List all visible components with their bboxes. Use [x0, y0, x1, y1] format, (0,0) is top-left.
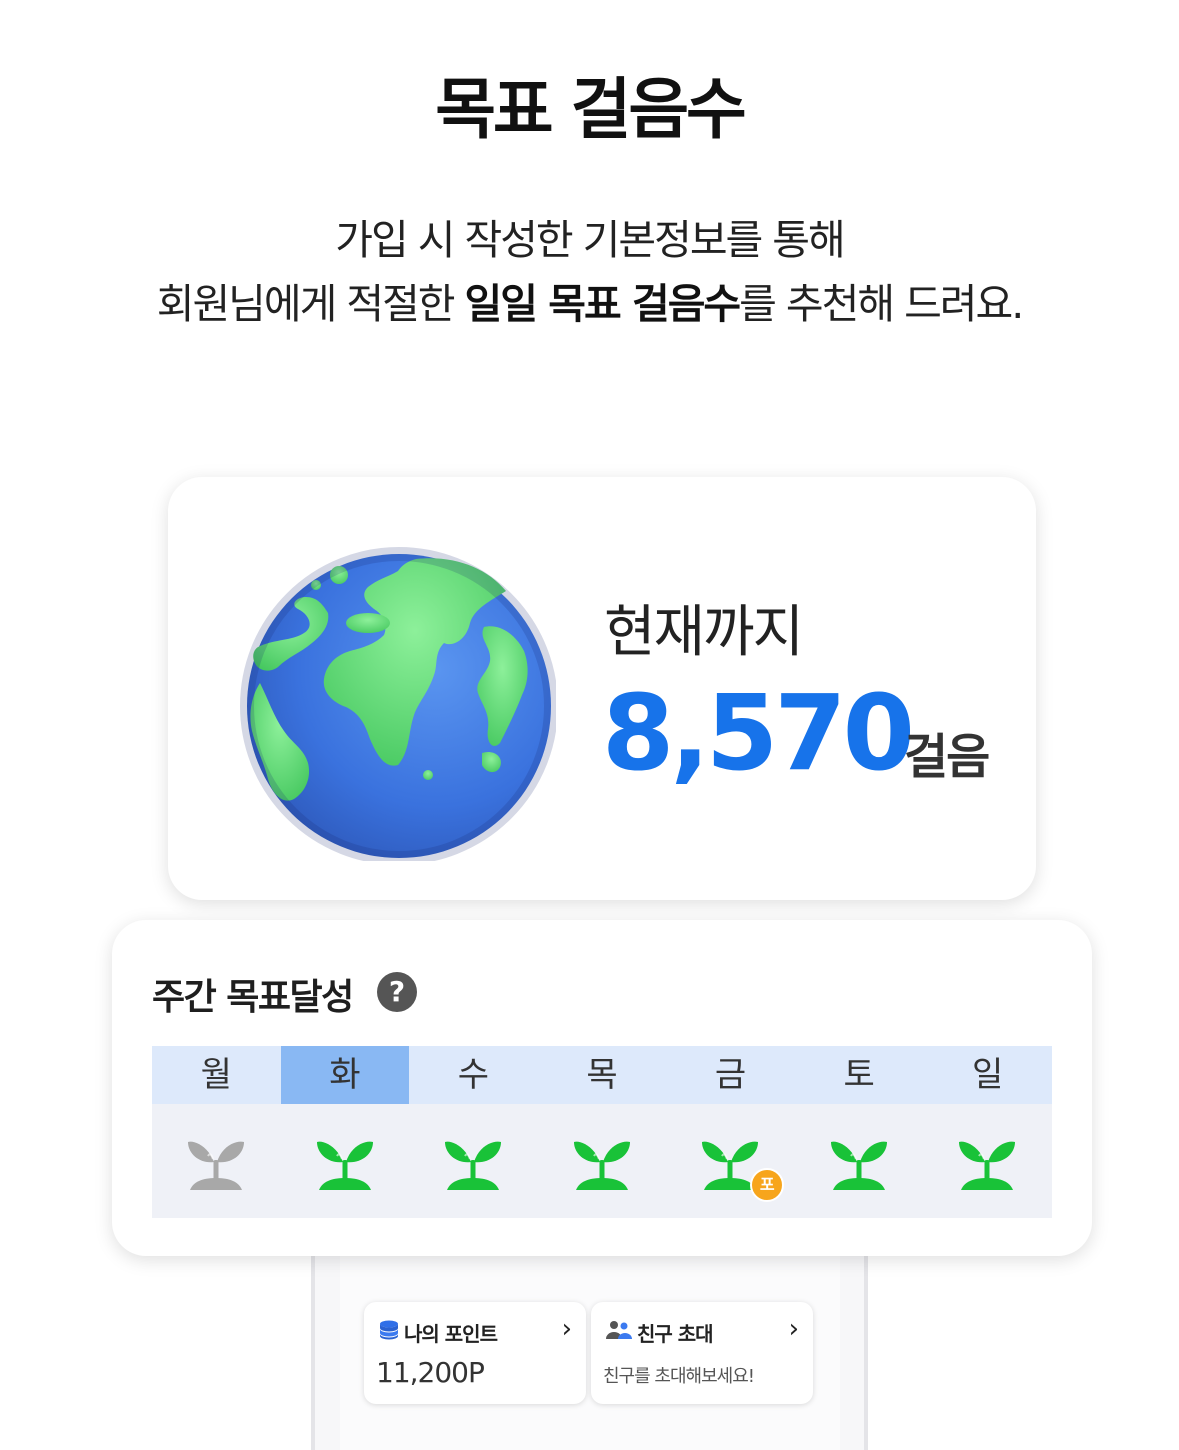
- help-icon[interactable]: ?: [377, 972, 417, 1012]
- weekly-goal-card: 주간 목표달성 ? 월 화 수 목 금 토 일 포: [112, 920, 1092, 1256]
- day-header-row: 월 화 수 목 금 토 일: [152, 1046, 1052, 1104]
- current-steps-card: 현재까지 8,570 걸음: [168, 477, 1036, 900]
- description-line-2: 회원님에게 적절한 일일 목표 걸음수를 추천해 드려요.: [0, 272, 1179, 336]
- description-line-2-pre: 회원님에게 적절한: [156, 280, 465, 328]
- page-title: 목표 걸음수: [435, 71, 747, 148]
- description-line-1: 가입 시 작성한 기본정보를 통해: [335, 216, 846, 264]
- day-tue: 화: [280, 1046, 410, 1104]
- my-points-card[interactable]: 나의 포인트 › 11,200P: [364, 1302, 586, 1404]
- invite-friend-card[interactable]: 친구 초대 › 친구를 초대해보세요!: [591, 1302, 813, 1404]
- weekly-table: 월 화 수 목 금 토 일 포: [152, 1046, 1052, 1218]
- day-mon: 월: [200, 1055, 232, 1095]
- description-line-2-post: 를 추천해 드려요.: [739, 280, 1024, 328]
- invite-friend-header: 친구 초대: [605, 1318, 714, 1347]
- my-points-label: 나의 포인트: [404, 1322, 498, 1346]
- day-thu: 목: [586, 1055, 618, 1095]
- chevron-right-icon: ›: [561, 1314, 572, 1344]
- point-badge: 포: [750, 1168, 785, 1202]
- coin-stack-icon: [378, 1319, 400, 1346]
- steps-count: 8,570: [602, 672, 915, 794]
- chevron-right-icon: ›: [788, 1314, 799, 1344]
- day-sun: 일: [972, 1055, 1004, 1095]
- description-line-2-bold: 일일 목표 걸음수: [464, 280, 742, 328]
- sprout-cell: 포: [666, 1104, 795, 1218]
- sprout-cell: [409, 1104, 538, 1218]
- sprout-cell: [795, 1104, 924, 1218]
- my-points-value: 11,200P: [376, 1356, 485, 1389]
- day-fri: 금: [714, 1055, 747, 1095]
- invite-friend-text: 친구를 초대해보세요!: [603, 1366, 755, 1387]
- sprout-achieved-icon: [316, 1141, 373, 1190]
- page-description: 가입 시 작성한 기본정보를 통해 회원님에게 적절한 일일 목표 걸음수를 추…: [0, 208, 1179, 336]
- day-sat: 토: [843, 1055, 875, 1095]
- sprout-cell: [538, 1104, 667, 1218]
- sprout-row: 포: [152, 1104, 1052, 1218]
- sprout-achieved-icon: [445, 1141, 502, 1190]
- my-points-header: 나의 포인트: [378, 1318, 498, 1347]
- invite-friend-label: 친구 초대: [637, 1322, 714, 1346]
- sprout-achieved-icon: [959, 1141, 1016, 1190]
- steps-unit: 걸음: [904, 729, 990, 785]
- sprout-achieved-icon: [573, 1141, 630, 1190]
- sprout-achieved-icon: [830, 1141, 887, 1190]
- weekly-goal-title: 주간 목표달성: [152, 977, 354, 1018]
- sprout-cell: [923, 1104, 1052, 1218]
- sprout-missed-icon: [188, 1141, 244, 1190]
- day-wed: 수: [457, 1055, 490, 1095]
- globe-icon: [238, 543, 558, 865]
- sprout-cell: [152, 1104, 281, 1218]
- steps-label: 현재까지: [604, 600, 804, 665]
- sprout-cell: [281, 1104, 410, 1218]
- people-icon: [605, 1319, 633, 1346]
